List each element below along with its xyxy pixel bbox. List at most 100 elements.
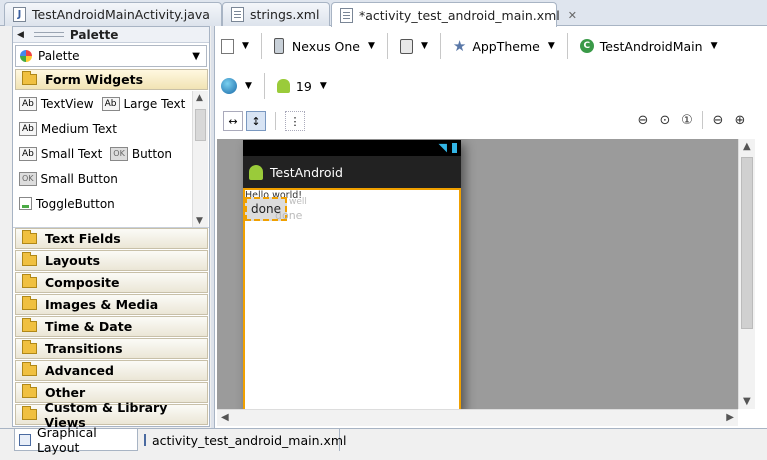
divider — [386, 33, 388, 59]
open-folder-icon — [22, 71, 37, 85]
category-item[interactable]: Composite — [15, 272, 208, 293]
scrollbar-thumb[interactable] — [195, 109, 206, 141]
canvas-vertical-scrollbar[interactable]: ▲ ▼ — [738, 139, 755, 409]
device-select[interactable]: Nexus One ▼ — [268, 32, 381, 60]
category-item[interactable]: Custom & Library Views — [15, 400, 208, 430]
xml-file-icon — [231, 7, 244, 22]
layout-icon — [19, 433, 31, 446]
tab-strings-xml[interactable]: strings.xml — [222, 2, 330, 26]
activity-icon: C — [579, 39, 594, 53]
show-bounds-button[interactable]: ⋮ — [285, 111, 305, 131]
dropdown-arrow-icon: ▼ — [319, 81, 327, 91]
widget-row: Ab Medium Text — [13, 116, 209, 141]
folder-icon — [22, 230, 37, 244]
palette-panel: ◀ Palette Palette ▼ Form Widgets Ab Text… — [12, 26, 210, 430]
tab-label: strings.xml — [250, 7, 320, 22]
config-select[interactable]: ▼ — [215, 32, 255, 60]
widget-row: OK Small Button — [13, 166, 209, 191]
widget-list: Ab TextView Ab Large Text Ab Medium Text… — [13, 91, 209, 228]
xml-file-icon — [340, 7, 353, 23]
tab-activity-layout-xml[interactable]: *activity_test_android_main.xml ✕ — [331, 2, 577, 27]
layout-canvas[interactable]: ◥ TestAndroid Hello world! done well don… — [217, 139, 738, 409]
tab-graphical-layout[interactable]: Graphical Layout — [14, 425, 138, 455]
editor-mode-tabs: Graphical Layout activity_test_android_m… — [0, 425, 767, 460]
tab-java-activity[interactable]: J TestAndroidMainActivity.java — [4, 2, 222, 26]
api-level-select[interactable]: 19 ▼ — [271, 72, 333, 100]
locale-select[interactable]: ▼ — [215, 72, 258, 100]
category-label: Time & Date — [45, 319, 133, 334]
palette-scrollbar[interactable]: ▲ ▼ — [192, 91, 208, 227]
scroll-up-icon[interactable]: ▲ — [196, 93, 203, 103]
large-text-icon: Ab — [101, 96, 120, 111]
widget-button[interactable]: Button — [132, 147, 172, 161]
divider — [439, 33, 441, 59]
zoom-out-button[interactable]: ⊖ — [709, 111, 727, 129]
button-icon: OK — [110, 146, 128, 161]
widget-row: ToggleButton — [13, 191, 209, 216]
folder-icon — [22, 384, 37, 398]
widget-textview[interactable]: TextView — [41, 97, 94, 111]
fill-height-button[interactable]: ↕ — [246, 111, 266, 131]
config-toolbar-row-2: ▼ 19 ▼ — [215, 66, 333, 106]
layout-root[interactable]: Hello world! done well done — [243, 188, 461, 409]
category-label: Text Fields — [45, 231, 121, 246]
toggle-button-icon — [19, 197, 32, 210]
palette-mode-select[interactable]: Palette ▼ — [15, 45, 207, 67]
orientation-select[interactable]: ▼ — [394, 32, 434, 60]
layout-toolbar: ↔ ↕ ⋮ — [223, 111, 305, 131]
folder-icon — [22, 274, 37, 288]
fill-width-button[interactable]: ↔ — [223, 111, 243, 131]
category-item[interactable]: Layouts — [15, 250, 208, 271]
widget-medium-text[interactable]: Medium Text — [41, 122, 117, 136]
category-label: Transitions — [45, 341, 123, 356]
app-title: TestAndroid — [270, 164, 343, 180]
folder-icon — [22, 252, 37, 266]
zoom-in-button[interactable]: ⊕ — [731, 111, 749, 129]
category-item[interactable]: Advanced — [15, 360, 208, 381]
canvas-horizontal-scrollbar[interactable]: ◀ ▶ — [217, 409, 738, 426]
zoom-to-fit-button[interactable]: ⊖ — [634, 111, 652, 129]
divider — [275, 112, 276, 130]
tab-xml-source[interactable]: activity_test_android_main.xml — [140, 429, 347, 451]
scroll-left-icon[interactable]: ◀ — [221, 412, 229, 423]
category-item[interactable]: Time & Date — [15, 316, 208, 337]
category-item[interactable]: Images & Media — [15, 294, 208, 315]
android-icon — [276, 79, 290, 93]
category-label: Images & Media — [45, 297, 159, 312]
activity-select[interactable]: C TestAndroidMain ▼ — [574, 32, 724, 60]
action-bar: TestAndroid — [243, 156, 461, 188]
status-bar: ◥ — [243, 140, 461, 156]
zoom-real-size-button[interactable]: ⊙ — [656, 111, 674, 129]
textview-icon: Ab — [19, 96, 37, 111]
category-label: Advanced — [45, 363, 114, 378]
config-toolbar-row-1: ▼ Nexus One ▼ ▼ ★ AppTheme ▼ C TestAndro… — [215, 26, 724, 66]
close-icon[interactable]: ✕ — [568, 9, 577, 22]
scroll-right-icon[interactable]: ▶ — [726, 412, 734, 423]
widget-small-button[interactable]: Small Button — [41, 172, 118, 186]
collapse-left-icon[interactable]: ◀ — [17, 30, 24, 40]
layout-editor: ▼ Nexus One ▼ ▼ ★ AppTheme ▼ C TestAndro… — [214, 26, 767, 428]
zoom-100-button[interactable]: ① — [678, 111, 696, 129]
theme-select[interactable]: ★ AppTheme ▼ — [447, 32, 561, 60]
device-preview: ◥ TestAndroid Hello world! done well don… — [243, 140, 461, 409]
widget-small-text[interactable]: Small Text — [41, 147, 102, 161]
tab-label: Graphical Layout — [36, 424, 97, 455]
widget-row: Ab TextView Ab Large Text — [13, 91, 209, 116]
category-form-widgets[interactable]: Form Widgets — [15, 69, 208, 90]
scroll-down-icon[interactable]: ▼ — [196, 216, 203, 226]
widget-large-text[interactable]: Large Text — [124, 97, 186, 111]
zoom-controls: ⊖ ⊙ ① ⊖ ⊕ — [634, 111, 749, 129]
scroll-down-icon[interactable]: ▼ — [743, 396, 751, 407]
scrollbar-thumb[interactable] — [741, 157, 753, 329]
scroll-up-icon[interactable]: ▲ — [743, 141, 751, 152]
drag-grip-icon[interactable] — [33, 32, 64, 37]
category-item[interactable]: Text Fields — [15, 228, 208, 249]
category-item[interactable]: Transitions — [15, 338, 208, 359]
wifi-icon: ◥ — [438, 141, 447, 154]
java-file-icon: J — [13, 7, 26, 22]
medium-text-icon: Ab — [19, 121, 37, 136]
widget-toggle-button[interactable]: ToggleButton — [36, 197, 115, 211]
folder-icon — [22, 362, 37, 376]
category-label: Composite — [45, 275, 120, 290]
divider — [260, 33, 262, 59]
